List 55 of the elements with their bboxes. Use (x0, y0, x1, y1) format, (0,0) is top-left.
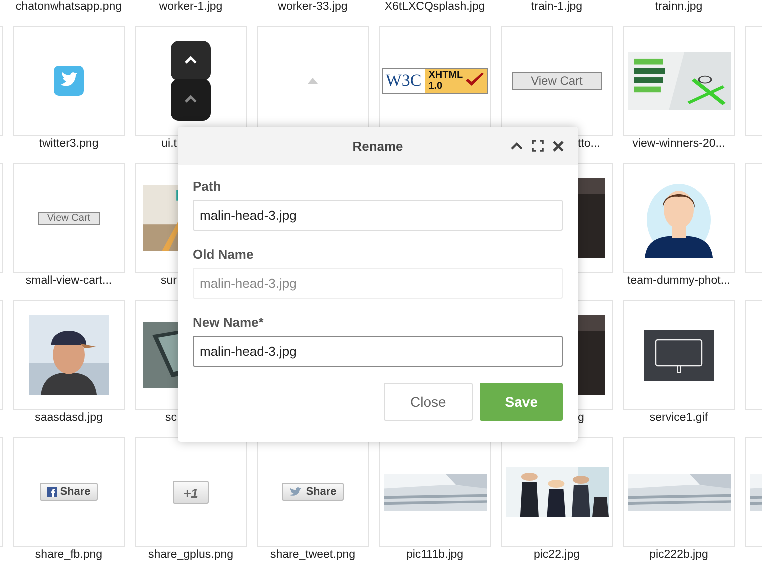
file-thumbnail[interactable] (13, 300, 125, 410)
file-name: share_fb.png (35, 548, 103, 562)
file-name: tto... (578, 137, 600, 151)
file-name: sur (161, 274, 177, 288)
view-cart-button: View Cart (38, 212, 100, 224)
file-thumbnail[interactable] (135, 26, 247, 136)
file-thumbnail[interactable]: View Cart (13, 163, 125, 273)
file-name: share_tweet.png (270, 548, 356, 562)
bird-icon (54, 66, 84, 96)
file-name: X6tLXCQsplash.jpg (384, 0, 486, 14)
file-thumbnail[interactable] (623, 300, 735, 410)
share-button: Share (40, 483, 98, 501)
file-name: train-1.jpg (531, 0, 583, 14)
file-thumbnail[interactable] (623, 437, 735, 547)
file-thumbnail[interactable]: View Cart (501, 26, 613, 136)
file-thumbnail[interactable]: Share (13, 437, 125, 547)
close-button[interactable]: Close (384, 383, 474, 421)
file-name: saasdasd.jpg (35, 411, 103, 425)
share-button: +1 (172, 480, 210, 504)
field-label: Old Name (193, 247, 255, 262)
file-name: trainn.jpg (655, 0, 703, 14)
text-field[interactable]: malin-head-3.jpg (193, 200, 563, 231)
file-name: worker-33.jpg (278, 0, 348, 14)
file-name: twitter3.png (39, 137, 99, 151)
file-name: team-dummy-phot... (628, 274, 730, 288)
file-thumbnail[interactable]: +1 (135, 437, 247, 547)
close-icon[interactable] (553, 140, 564, 152)
file-name: service1.gif (650, 411, 708, 425)
bird-icon (289, 487, 304, 497)
file-name: sc (166, 411, 177, 425)
file-name: chatonwhatsapp.png (16, 0, 122, 14)
file-name: share_gplus.png (148, 548, 234, 562)
field-label: New Name* (193, 315, 265, 330)
file-name: ui.t (162, 137, 177, 151)
file-thumbnail[interactable] (623, 163, 735, 273)
file-name: view-winners-20... (632, 137, 726, 151)
maximize-icon[interactable] (532, 140, 544, 152)
file-thumbnail[interactable] (501, 437, 613, 547)
field-label: Path (193, 179, 222, 194)
collapse-icon[interactable] (511, 142, 523, 150)
facebook-icon (47, 487, 58, 497)
view-cart-button: View Cart (512, 72, 602, 90)
screen-drawing (644, 330, 714, 380)
text-field[interactable]: malin-head-3.jpg (193, 336, 563, 367)
file-name: g (578, 411, 584, 425)
file-name: pic222b.jpg (650, 548, 708, 562)
file-name: pic111b.jpg (406, 548, 464, 562)
file-thumbnail[interactable] (13, 26, 125, 136)
file-thumbnail[interactable] (623, 26, 735, 136)
file-name: small-view-cart... (26, 274, 112, 288)
triangle-icon (308, 78, 318, 84)
dialog-title: Rename (352, 138, 404, 154)
file-name: worker-1.jpg (159, 0, 223, 14)
file-name: pic22.jpg (534, 548, 580, 562)
share-button: Share (282, 483, 344, 501)
